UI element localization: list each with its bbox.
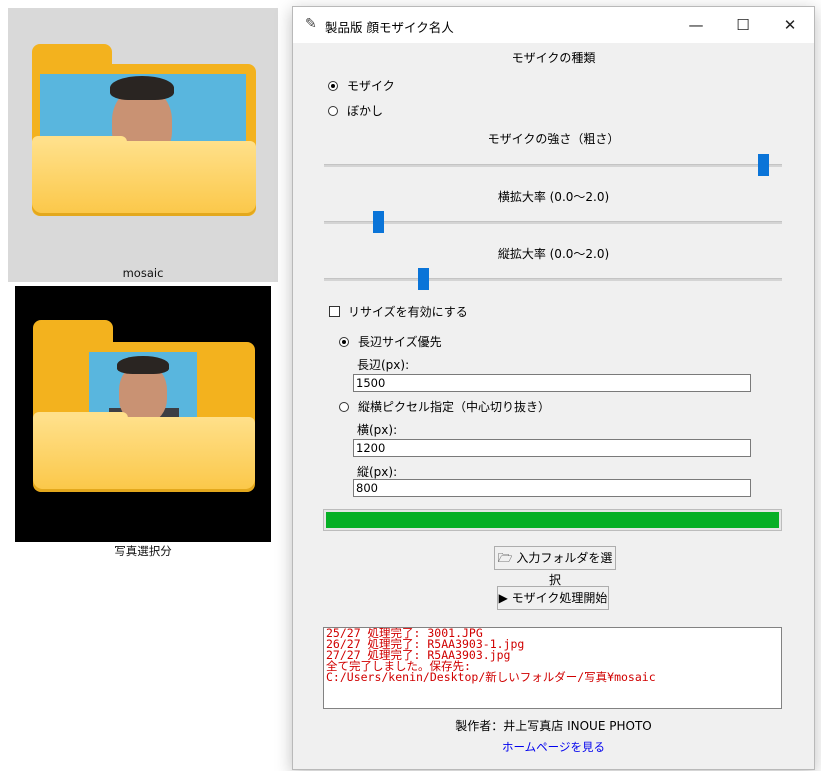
minimize-button[interactable]: — bbox=[673, 7, 719, 43]
slider-hscale-thumb[interactable] bbox=[373, 211, 385, 233]
slider-strength-thumb[interactable] bbox=[757, 154, 769, 176]
homepage-link[interactable]: ホームページを見る bbox=[502, 740, 605, 754]
radio-indicator bbox=[328, 80, 338, 91]
desktop-folder-photos[interactable]: 写真選択分 bbox=[8, 286, 278, 561]
height-label: 縦(px): bbox=[357, 465, 398, 479]
radio-label: 長辺サイズ優先 bbox=[358, 335, 442, 349]
progress-bar bbox=[323, 509, 782, 531]
radio-label: 縦横ピクセル指定（中心切り抜き） bbox=[358, 400, 551, 414]
height-input[interactable]: 800 bbox=[353, 479, 751, 497]
checkbox-label: リサイズを有効にする bbox=[348, 305, 468, 319]
mosaic-type-heading: モザイクの種類 bbox=[511, 51, 596, 65]
folder-icon bbox=[8, 8, 278, 263]
radio-pixel-crop[interactable]: 縦横ピクセル指定（中心切り抜き） bbox=[339, 398, 550, 415]
slider-vscale-track[interactable] bbox=[324, 278, 782, 281]
radio-indicator bbox=[339, 401, 349, 412]
radio-label: モザイク bbox=[347, 79, 395, 93]
slider-strength-label: モザイクの強さ（粗さ） bbox=[487, 132, 620, 146]
slider-strength-track[interactable] bbox=[324, 164, 782, 167]
log-line: C:/Users/kenin/Desktop/新しいフォルダー/写真¥mosai… bbox=[326, 670, 656, 684]
progress-fill bbox=[326, 512, 779, 528]
radio-label: ぼかし bbox=[347, 104, 384, 118]
maximize-button[interactable]: ☐ bbox=[720, 7, 766, 43]
close-button[interactable]: ✕ bbox=[767, 7, 813, 43]
desktop-folder-mosaic[interactable]: mosaic bbox=[8, 8, 278, 282]
select-folder-button[interactable]: 🗁 入力フォルダを選択 bbox=[494, 546, 616, 587]
slider-hscale-label: 横拡大率 (0.0〜2.0) bbox=[497, 190, 610, 204]
radio-mosaic[interactable]: モザイク bbox=[328, 77, 395, 94]
radio-long-side[interactable]: 長辺サイズ優先 bbox=[339, 333, 442, 350]
title-bar[interactable]: ✎ 製品版 顔モザイク名人 — ☐ ✕ bbox=[293, 7, 814, 43]
folder-icon bbox=[15, 286, 271, 542]
desktop-folder-label: mosaic bbox=[122, 266, 164, 280]
log-output[interactable]: 25/27 処理完了: 3001.JPG 26/27 処理完了: R5AA390… bbox=[323, 627, 782, 709]
feather-icon: ✎ bbox=[305, 16, 317, 32]
desktop-folder-label: 写真選択分 bbox=[114, 544, 172, 558]
start-button[interactable]: ▶ モザイク処理開始 bbox=[497, 586, 609, 610]
homepage-link-wrap: ホームページを見る bbox=[293, 739, 814, 755]
width-input[interactable]: 1200 bbox=[353, 439, 751, 457]
slider-vscale-thumb[interactable] bbox=[417, 268, 429, 290]
long-side-label: 長辺(px): bbox=[357, 358, 410, 372]
resize-checkbox[interactable]: リサイズを有効にする bbox=[329, 303, 468, 320]
window-title: 製品版 顔モザイク名人 bbox=[325, 20, 454, 35]
slider-hscale-track[interactable] bbox=[324, 221, 782, 224]
checkbox-indicator bbox=[329, 306, 340, 317]
radio-blur[interactable]: ぼかし bbox=[328, 102, 383, 119]
slider-vscale-label: 縦拡大率 (0.0〜2.0) bbox=[497, 247, 610, 261]
radio-indicator bbox=[339, 336, 349, 347]
long-side-input[interactable]: 1500 bbox=[353, 374, 751, 392]
radio-indicator bbox=[328, 105, 338, 116]
width-label: 横(px): bbox=[357, 423, 398, 437]
app-window: ✎ 製品版 顔モザイク名人 — ☐ ✕ モザイクの種類 モザイク ぼかし モザイ… bbox=[292, 6, 815, 770]
credit-text: 製作者：井上写真店 INOUE PHOTO bbox=[455, 719, 652, 733]
